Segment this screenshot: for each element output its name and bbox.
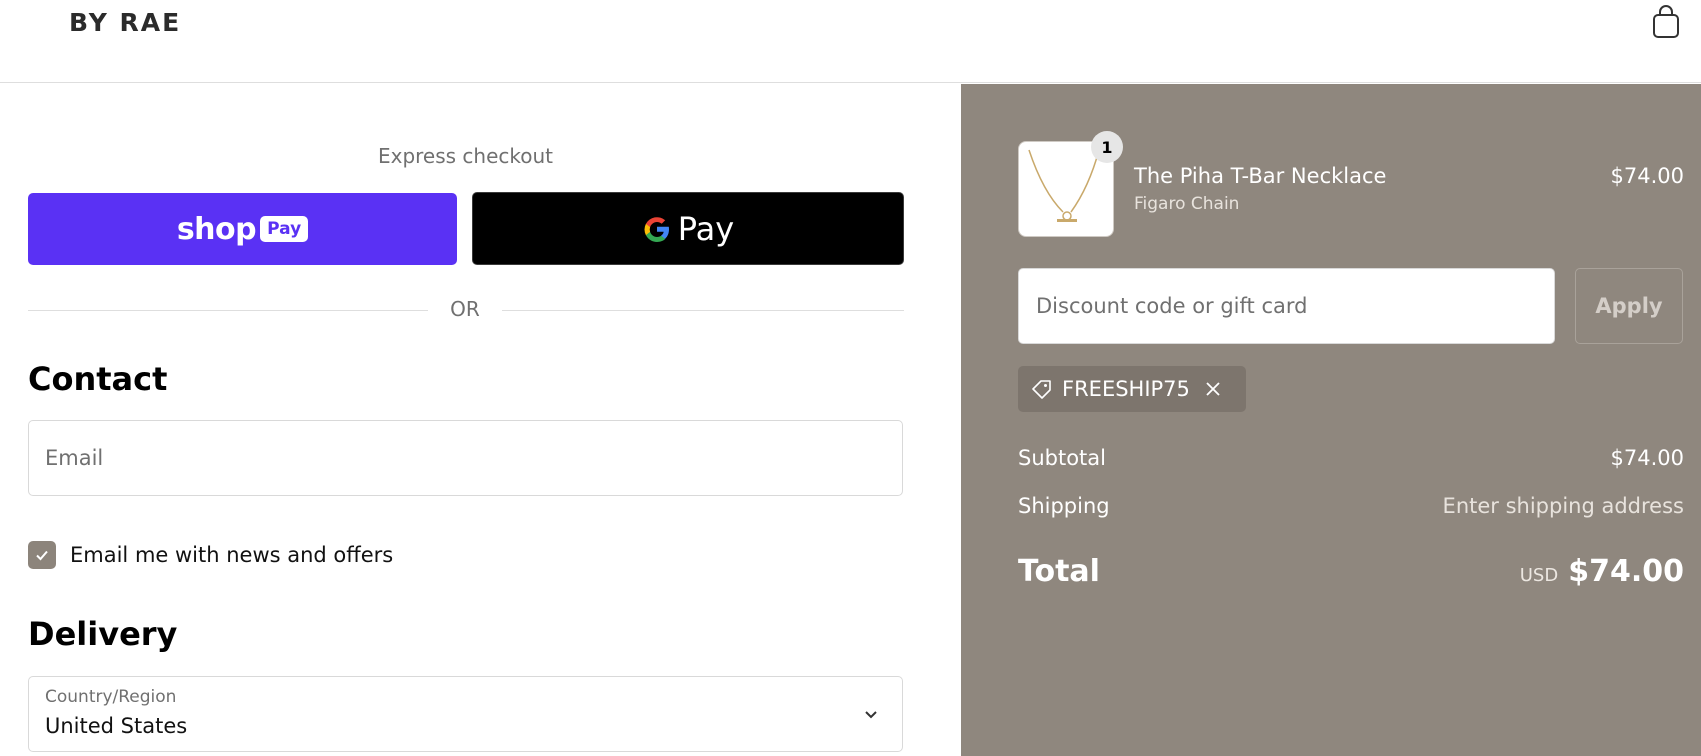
applied-discount-chip: FREESHIP75 — [1018, 366, 1246, 412]
contact-heading: Contact — [28, 360, 168, 398]
shipping-label: Shipping — [1018, 494, 1110, 518]
shopping-bag-icon[interactable] — [1652, 5, 1680, 39]
shop-pay-button[interactable]: shop Pay — [28, 193, 457, 265]
checkout-form: Express checkout shop Pay Pay OR Contact… — [0, 84, 961, 756]
chevron-down-icon — [865, 711, 877, 719]
product-name: The Piha T-Bar Necklace — [1134, 164, 1387, 188]
total-currency: USD — [1519, 565, 1559, 586]
or-label: OR — [450, 297, 480, 321]
order-summary: 1 The Piha T-Bar Necklace Figaro Chain $… — [961, 84, 1701, 756]
country-label: Country/Region — [45, 687, 177, 707]
shop-pay-wordmark: shop — [176, 211, 257, 247]
total-amount: USD $74.00 — [1520, 554, 1684, 589]
close-icon[interactable] — [1204, 380, 1222, 398]
tag-icon — [1032, 380, 1051, 399]
email-field[interactable] — [28, 420, 903, 496]
country-value: United States — [45, 714, 188, 738]
newsletter-label: Email me with news and offers — [70, 543, 394, 567]
newsletter-option[interactable]: Email me with news and offers — [28, 540, 393, 570]
email-input[interactable] — [29, 421, 902, 495]
store-logo[interactable]: BY RAE — [69, 8, 181, 37]
or-divider: OR — [28, 295, 904, 325]
delivery-heading: Delivery — [28, 615, 178, 653]
discount-field[interactable] — [1018, 268, 1555, 344]
apply-discount-button[interactable]: Apply — [1575, 268, 1683, 344]
product-variant: Figaro Chain — [1134, 194, 1240, 214]
shop-pay-badge: Pay — [260, 216, 309, 242]
total-label: Total — [1018, 554, 1100, 589]
checkmark-icon — [36, 550, 48, 561]
divider-line — [502, 310, 904, 311]
divider-line — [28, 310, 428, 311]
newsletter-checkbox[interactable] — [28, 541, 56, 569]
country-select[interactable]: Country/Region United States — [28, 676, 903, 752]
subtotal-value: $74.00 — [1610, 446, 1684, 470]
express-checkout-label: Express checkout — [377, 144, 554, 168]
total-value: $74.00 — [1568, 554, 1684, 589]
quantity-badge: 1 — [1091, 131, 1123, 163]
discount-code: FREESHIP75 — [1062, 377, 1190, 401]
subtotal-row: Subtotal $74.00 — [1018, 446, 1684, 470]
total-row: Total USD $74.00 — [1018, 554, 1684, 594]
google-g-icon — [644, 216, 669, 242]
discount-input[interactable] — [1019, 269, 1554, 343]
google-pay-button[interactable]: Pay — [472, 192, 904, 265]
subtotal-label: Subtotal — [1018, 446, 1106, 470]
shipping-row: Shipping Enter shipping address — [1018, 494, 1684, 518]
google-pay-label: Pay — [677, 209, 735, 248]
site-header: BY RAE — [0, 0, 1701, 83]
shipping-value: Enter shipping address — [1442, 494, 1684, 518]
product-price: $74.00 — [1610, 164, 1684, 188]
